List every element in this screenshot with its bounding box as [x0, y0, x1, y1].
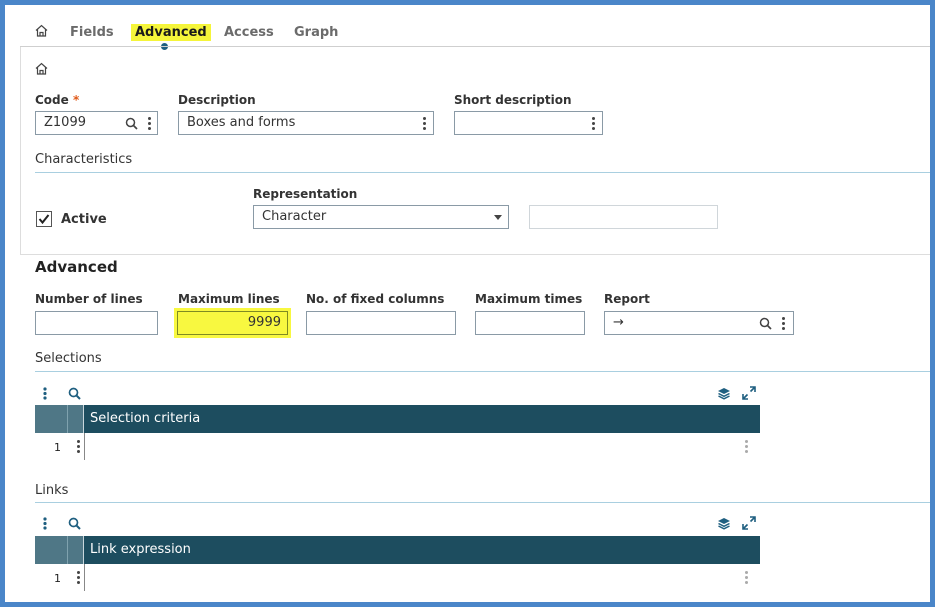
report-field[interactable]: →	[604, 311, 794, 335]
description-label: Description	[178, 93, 256, 107]
selections-title: Selections	[35, 351, 102, 366]
active-label: Active	[61, 212, 107, 227]
advanced-title: Advanced	[35, 258, 118, 276]
maximum-lines-field[interactable]: 9999	[177, 311, 288, 335]
tab-access[interactable]: Access	[224, 25, 274, 40]
fixed-columns-field[interactable]	[306, 311, 456, 335]
row-divider	[84, 564, 85, 591]
search-icon[interactable]	[125, 117, 138, 130]
short-description-label: Short description	[454, 93, 572, 107]
short-description-field[interactable]	[454, 111, 603, 135]
tab-advanced[interactable]: Advanced	[131, 24, 211, 41]
code-label: Code *	[35, 93, 80, 107]
column-header-link-expression[interactable]: Link expression	[90, 542, 191, 557]
number-of-lines-label: Number of lines	[35, 292, 143, 306]
grid-search-icon[interactable]	[68, 387, 81, 400]
links-grid-header: Link expression	[35, 536, 760, 564]
required-marker: *	[72, 93, 80, 107]
row-number: 1	[54, 572, 61, 585]
row-more-icon[interactable]	[745, 571, 748, 586]
code-field[interactable]: Z1099	[35, 111, 158, 135]
expand-icon[interactable]	[742, 386, 756, 400]
checkmark-icon	[38, 214, 50, 225]
home-icon[interactable]	[35, 24, 48, 37]
dropdown-arrow-icon	[494, 215, 502, 220]
active-checkbox[interactable]	[36, 211, 52, 227]
more-options-icon[interactable]	[782, 317, 785, 332]
layers-icon[interactable]	[717, 517, 731, 530]
row-number: 1	[54, 441, 61, 454]
selections-grid-header: Selection criteria	[35, 405, 760, 433]
grid-menu-icon[interactable]	[43, 517, 47, 530]
window-frame: Fields Advanced Access Graph Code * Z109…	[5, 5, 930, 602]
table-row[interactable]: 1	[35, 564, 760, 591]
grid-menu-icon[interactable]	[43, 387, 47, 400]
table-row[interactable]: 1	[35, 433, 760, 460]
more-options-icon[interactable]	[423, 117, 426, 132]
row-menu-icon[interactable]	[77, 571, 80, 586]
tab-graph[interactable]: Graph	[294, 25, 338, 40]
description-field[interactable]: Boxes and forms	[178, 111, 434, 135]
characteristics-title: Characteristics	[35, 152, 133, 167]
representation-extra-field[interactable]	[529, 205, 718, 229]
column-header-selection-criteria[interactable]: Selection criteria	[90, 411, 200, 426]
layers-icon[interactable]	[717, 387, 731, 400]
row-more-icon[interactable]	[745, 440, 748, 455]
maximum-times-label: Maximum times	[475, 292, 583, 306]
more-options-icon[interactable]	[592, 117, 595, 132]
grid-search-icon[interactable]	[68, 517, 81, 530]
section-divider	[35, 172, 930, 173]
representation-label: Representation	[253, 187, 358, 201]
row-menu-icon[interactable]	[77, 440, 80, 455]
fixed-columns-label: No. of fixed columns	[306, 292, 445, 306]
search-icon[interactable]	[759, 317, 772, 330]
arrow-right-icon: →	[613, 315, 624, 330]
home-icon[interactable]	[35, 62, 48, 75]
number-of-lines-field[interactable]	[35, 311, 158, 335]
report-label: Report	[604, 292, 650, 306]
representation-select[interactable]: Character	[253, 205, 509, 229]
row-divider	[84, 433, 85, 460]
more-options-icon[interactable]	[148, 117, 151, 132]
tab-fields[interactable]: Fields	[70, 25, 114, 40]
expand-icon[interactable]	[742, 516, 756, 530]
maximum-lines-label: Maximum lines	[178, 292, 280, 306]
section-divider	[35, 371, 930, 372]
links-title: Links	[35, 483, 69, 498]
section-divider	[35, 502, 930, 503]
maximum-times-field[interactable]	[475, 311, 585, 335]
